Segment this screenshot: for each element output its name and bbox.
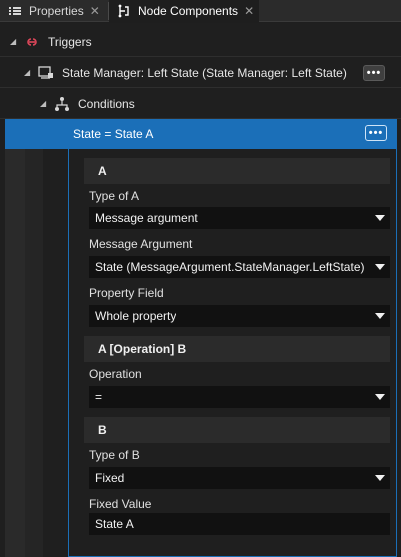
expand-caret-icon[interactable]: ◢: [40, 99, 50, 108]
message-argument-dropdown[interactable]: State (MessageArgument.StateManager.Left…: [89, 256, 390, 278]
property-field-value: Whole property: [95, 309, 177, 323]
trigger-link-icon: [27, 37, 37, 46]
expand-caret-icon[interactable]: ◢: [10, 37, 20, 46]
fixed-value-input[interactable]: State A: [89, 513, 390, 535]
type-of-a-value: Message argument: [95, 211, 198, 225]
tab-properties-label: Properties: [29, 4, 84, 18]
tab-properties[interactable]: Properties ✕: [0, 0, 108, 22]
tab-node-components[interactable]: Node Components ✕: [109, 0, 259, 22]
dropdown-arrow-icon: [375, 264, 385, 270]
indent-guide: [5, 149, 25, 557]
dropdown-arrow-icon: [375, 313, 385, 319]
tree-item-conditions[interactable]: ◢ Conditions: [0, 89, 401, 119]
tree-item-state-manager[interactable]: ◢ State Manager: Left State (State Manag…: [0, 58, 401, 88]
node-components-icon: [118, 4, 129, 18]
operation-dropdown[interactable]: =: [89, 386, 390, 408]
tab-node-components-label: Node Components: [138, 4, 239, 18]
operation-value: =: [95, 390, 103, 404]
state-manager-icon: [38, 65, 53, 79]
type-of-b-dropdown[interactable]: Fixed: [89, 467, 390, 489]
section-b-header: B: [84, 417, 390, 443]
operation-label: Operation: [89, 367, 142, 381]
property-field-label: Property Field: [89, 286, 164, 300]
state-manager-menu-button[interactable]: •••: [363, 65, 385, 81]
dropdown-arrow-icon: [375, 475, 385, 481]
tree-item-triggers[interactable]: ◢ Triggers: [0, 27, 401, 57]
state-manager-label: State Manager: Left State (State Manager…: [62, 65, 347, 80]
dropdown-arrow-icon: [375, 394, 385, 400]
type-of-a-label: Type of A: [89, 189, 140, 203]
property-field-dropdown[interactable]: Whole property: [89, 305, 390, 327]
expand-caret-icon[interactable]: ◢: [24, 68, 34, 77]
close-icon[interactable]: ✕: [244, 4, 254, 18]
section-operation-header: A [Operation] B: [84, 336, 390, 362]
type-of-b-value: Fixed: [95, 471, 125, 485]
fixed-value-label: Fixed Value: [89, 497, 152, 511]
section-a-header: A: [84, 158, 390, 184]
condition-label: State = State A: [73, 127, 154, 141]
condition-menu-button[interactable]: •••: [365, 125, 387, 141]
message-argument-label: Message Argument: [89, 237, 193, 251]
type-of-a-dropdown[interactable]: Message argument: [89, 207, 390, 229]
indent-guide: [25, 149, 43, 557]
node-components-panel: ◢ Triggers ◢ State Manager: Left State (…: [0, 23, 401, 557]
tab-bar: Properties ✕ Node Components ✕: [0, 0, 401, 22]
type-of-b-label: Type of B: [89, 448, 140, 462]
list-icon: [9, 7, 21, 15]
conditions-tree-icon: [55, 96, 69, 111]
message-argument-value: State (MessageArgument.StateManager.Left…: [95, 260, 365, 274]
close-icon[interactable]: ✕: [90, 4, 100, 18]
dropdown-arrow-icon: [375, 215, 385, 221]
triggers-label: Triggers: [48, 34, 92, 49]
conditions-label: Conditions: [78, 96, 135, 111]
condition-row-selected[interactable]: State = State A •••: [5, 119, 397, 149]
